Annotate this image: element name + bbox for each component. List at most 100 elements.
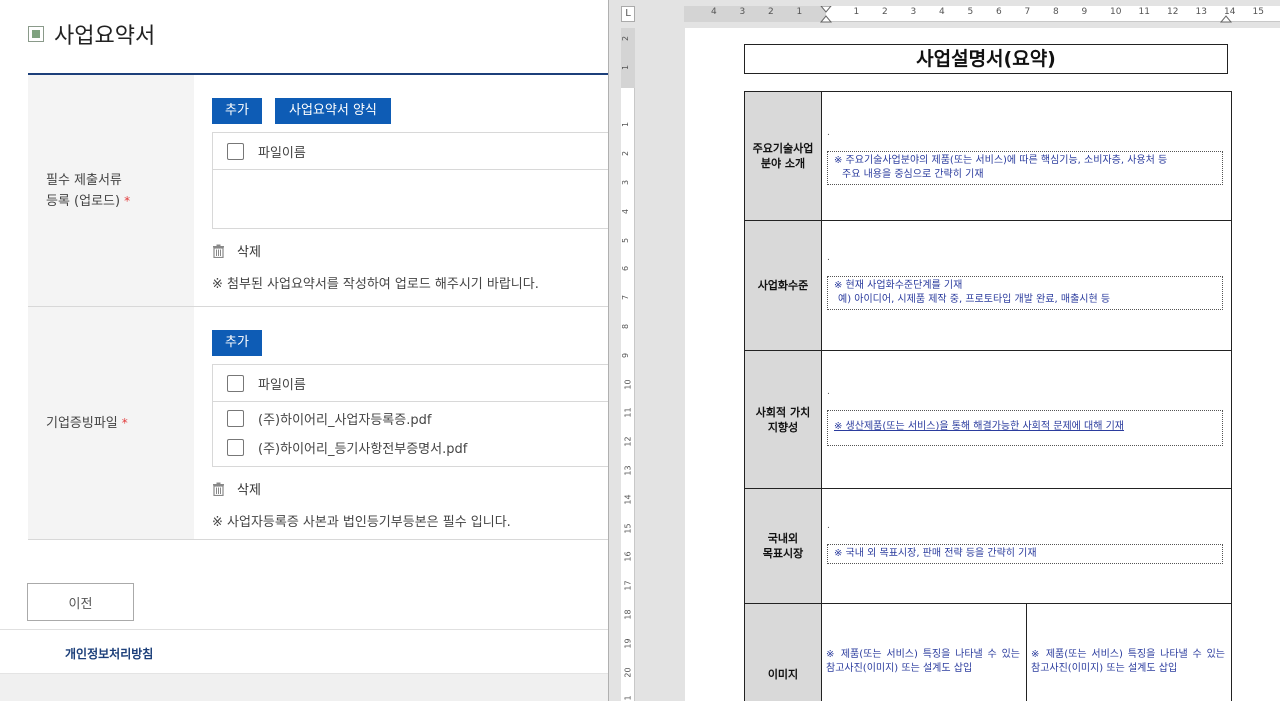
ruler-number: 1 (621, 122, 631, 128)
row-label-line1: 필수 제출서류 (46, 172, 122, 188)
ruler-number: 20 (623, 667, 633, 678)
row-content[interactable]: . ※ 현재 사업화수준단계를 기재 예) 아이디어, 시제품 제작 중, 프로… (822, 221, 1231, 350)
privacy-policy-link[interactable]: 개인정보처리방침 (65, 645, 153, 662)
file-checkbox[interactable] (227, 410, 244, 427)
right-indent-marker-icon[interactable] (1219, 6, 1233, 24)
ruler-number: 10 (1110, 7, 1122, 17)
row-label: 사회적 가치 지향성 (745, 351, 822, 488)
ruler-number: 4 (939, 7, 945, 17)
ruler-number: 19 (623, 638, 633, 649)
ruler-number: 21 (623, 695, 633, 701)
paragraph-mark: . (827, 128, 830, 138)
ruler-number: 15 (1252, 7, 1264, 17)
table-row[interactable]: 주요기술사업 분야 소개 . ※ 주요기술사업분야의 제품(또는 서비스)에 따… (745, 92, 1231, 221)
hint-line: ※ 국내 외 목표시장, 판매 전략 등을 간략히 기재 (834, 548, 1037, 559)
file-checkbox[interactable] (227, 439, 244, 456)
add-file-button[interactable]: 추가 (212, 98, 262, 124)
upload-note: ※ 첨부된 사업요약서를 작성하여 업로드 해주시기 바랍니다. (212, 277, 539, 292)
hint-line: 예) 아이디어, 시제품 제작 중, 프로토타입 개발 완료, 매출시현 등 (838, 294, 1111, 305)
image-cell-right[interactable]: ※ 제품(또는 서비스) 특징을 나타낼 수 있는 참고사진(이미지) 또는 설… (1026, 604, 1231, 701)
indent-marker-icon[interactable] (819, 6, 833, 24)
paragraph-mark: . (827, 521, 830, 531)
document-title[interactable]: 사업설명서(요약) (744, 44, 1228, 74)
ruler-number: 7 (621, 295, 631, 301)
ruler-number: 18 (623, 609, 633, 620)
ruler-number: 1 (796, 7, 803, 17)
ruler-number: 10 (623, 379, 633, 390)
delete-button[interactable]: 삭제 (237, 479, 261, 498)
template-download-button[interactable]: 사업요약서 양식 (275, 98, 391, 124)
hint-box[interactable]: ※ 주요기술사업분야의 제품(또는 서비스)에 따른 핵심기능, 소비자층, 사… (827, 151, 1223, 185)
ruler-number: 2 (621, 35, 631, 42)
hint-line: ※ 생산제품(또는 서비스)을 통해 해결가능한 사회적 문제에 대해 기재 (834, 421, 1125, 432)
ruler-number: 11 (623, 407, 633, 418)
select-all-checkbox[interactable] (227, 142, 244, 160)
row-label: 이미지 (745, 604, 822, 701)
document-editor-panel: L 4 3 2 1 1 2 3 4 5 6 7 8 9 10 11 12 13 14 15 211234567891… (608, 0, 1280, 701)
document-page[interactable]: 사업설명서(요약) 주요기술사업 분야 소개 . ※ 주요기술사업분야의 제품(… (685, 28, 1280, 701)
prev-button[interactable]: 이전 (27, 583, 134, 621)
hint-box[interactable]: ※ 현재 사업화수준단계를 기재 예) 아이디어, 시제품 제작 중, 프로토타… (827, 276, 1223, 310)
page-title-row: 사업요약서 (28, 18, 155, 50)
row-content[interactable]: . ※ 생산제품(또는 서비스)을 통해 해결가능한 사회적 문제에 대해 기재 (822, 351, 1231, 488)
ruler-number: 9 (621, 352, 631, 358)
file-name: (주)하이어리_사업자등록증.pdf (258, 413, 432, 428)
table-row[interactable]: 이미지 ※ 제품(또는 서비스) 특징을 나타낼 수 있는 참고사진(이미지) … (745, 604, 1231, 701)
trash-icon[interactable] (212, 244, 225, 258)
row-label: 국내외 목표시장 (745, 489, 822, 603)
file-list-item[interactable]: (주)하이어리_등기사항전부증명서.pdf (213, 433, 608, 462)
hint-box[interactable]: ※ 국내 외 목표시장, 판매 전략 등을 간략히 기재 (827, 544, 1223, 564)
file-list-header: 파일이름 (213, 133, 608, 169)
ruler-number: 5 (621, 237, 631, 243)
file-list-item[interactable]: (주)하이어리_사업자등록증.pdf (213, 404, 608, 433)
image-cell-left[interactable]: ※ 제품(또는 서비스) 특징을 나타낼 수 있는 참고사진(이미지) 또는 설… (822, 604, 1026, 701)
ruler-number: 8 (1053, 7, 1059, 17)
ruler-number: 2 (621, 151, 631, 157)
title-bullet-icon (28, 26, 44, 42)
table-row[interactable]: 국내외 목표시장 . ※ 국내 외 목표시장, 판매 전략 등을 간략히 기재 (745, 489, 1231, 604)
row-content[interactable]: . ※ 주요기술사업분야의 제품(또는 서비스)에 따른 핵심기능, 소비자층,… (822, 92, 1231, 220)
vertical-ruler[interactable]: 2 1 1 2 3 4 5 6 7 8 9 10 11 12 13 14 15 16 17 18 19 20 21 (621, 28, 635, 701)
file-box: 파일이름 (212, 132, 608, 229)
delete-button[interactable]: 삭제 (237, 241, 261, 260)
tab-stop-selector[interactable]: L (621, 6, 635, 22)
select-all-checkbox[interactable] (227, 374, 244, 392)
form-row-required-docs: 필수 제출서류 등록 (업로드) * 추가 사업요약서 양식 파일이름 삭제 ※… (28, 75, 608, 307)
horizontal-ruler[interactable]: 4 3 2 1 1 2 3 4 5 6 7 8 9 10 11 12 13 14 15 (684, 6, 1280, 24)
ruler-number: 2 (768, 7, 774, 17)
ruler-number: 6 (621, 266, 631, 272)
footer-band (0, 673, 608, 701)
file-list-empty (213, 169, 608, 228)
required-mark: * (124, 193, 131, 208)
file-name: (주)하이어리_등기사항전부증명서.pdf (258, 442, 468, 457)
row-content[interactable]: . ※ 국내 외 목표시장, 판매 전략 등을 간략히 기재 (822, 489, 1231, 603)
table-row[interactable]: 사업화수준 . ※ 현재 사업화수준단계를 기재 예) 아이디어, 시제품 제작… (745, 221, 1231, 351)
ruler-number: 3 (910, 7, 917, 17)
form-table: 필수 제출서류 등록 (업로드) * 추가 사업요약서 양식 파일이름 삭제 ※… (28, 73, 608, 540)
file-name-column-header: 파일이름 (258, 377, 306, 393)
ruler-number: 5 (967, 7, 974, 17)
delete-row[interactable]: 삭제 (212, 241, 608, 260)
ruler-number: 1 (853, 7, 860, 17)
row-body-company-docs: 추가 파일이름 (주)하이어리_사업자등록증.pdf (주)하이어리_등기사항전… (194, 307, 608, 539)
trash-icon[interactable] (212, 482, 225, 496)
ruler-number: 2 (882, 7, 888, 17)
hint-box[interactable]: ※ 생산제품(또는 서비스)을 통해 해결가능한 사회적 문제에 대해 기재 (827, 410, 1223, 446)
hint-line: ※ 주요기술사업분야의 제품(또는 서비스)에 따른 핵심기능, 소비자층, 사… (834, 155, 1168, 166)
ruler-number: 14 (623, 494, 633, 505)
ruler-number: 1 (621, 64, 631, 70)
ruler-left-margin (684, 6, 826, 22)
table-row[interactable]: 사회적 가치 지향성 . ※ 생산제품(또는 서비스)을 통해 해결가능한 사회… (745, 351, 1231, 489)
row-content[interactable]: ※ 제품(또는 서비스) 특징을 나타낼 수 있는 참고사진(이미지) 또는 설… (822, 604, 1231, 701)
ruler-number: 16 (623, 551, 633, 562)
document-table[interactable]: 주요기술사업 분야 소개 . ※ 주요기술사업분야의 제품(또는 서비스)에 따… (744, 91, 1232, 701)
ruler-number: 4 (711, 7, 717, 17)
ruler-number: 9 (1081, 7, 1088, 17)
add-file-button[interactable]: 추가 (212, 330, 262, 356)
row-label-company-docs: 기업증빙파일 * (28, 307, 194, 539)
row-label: 사업화수준 (745, 221, 822, 350)
ruler-number: 13 (1195, 7, 1207, 17)
file-list: (주)하이어리_사업자등록증.pdf (주)하이어리_등기사항전부증명서.pdf (213, 401, 608, 466)
delete-row[interactable]: 삭제 (212, 479, 608, 498)
ruler-number: 6 (996, 7, 1002, 17)
